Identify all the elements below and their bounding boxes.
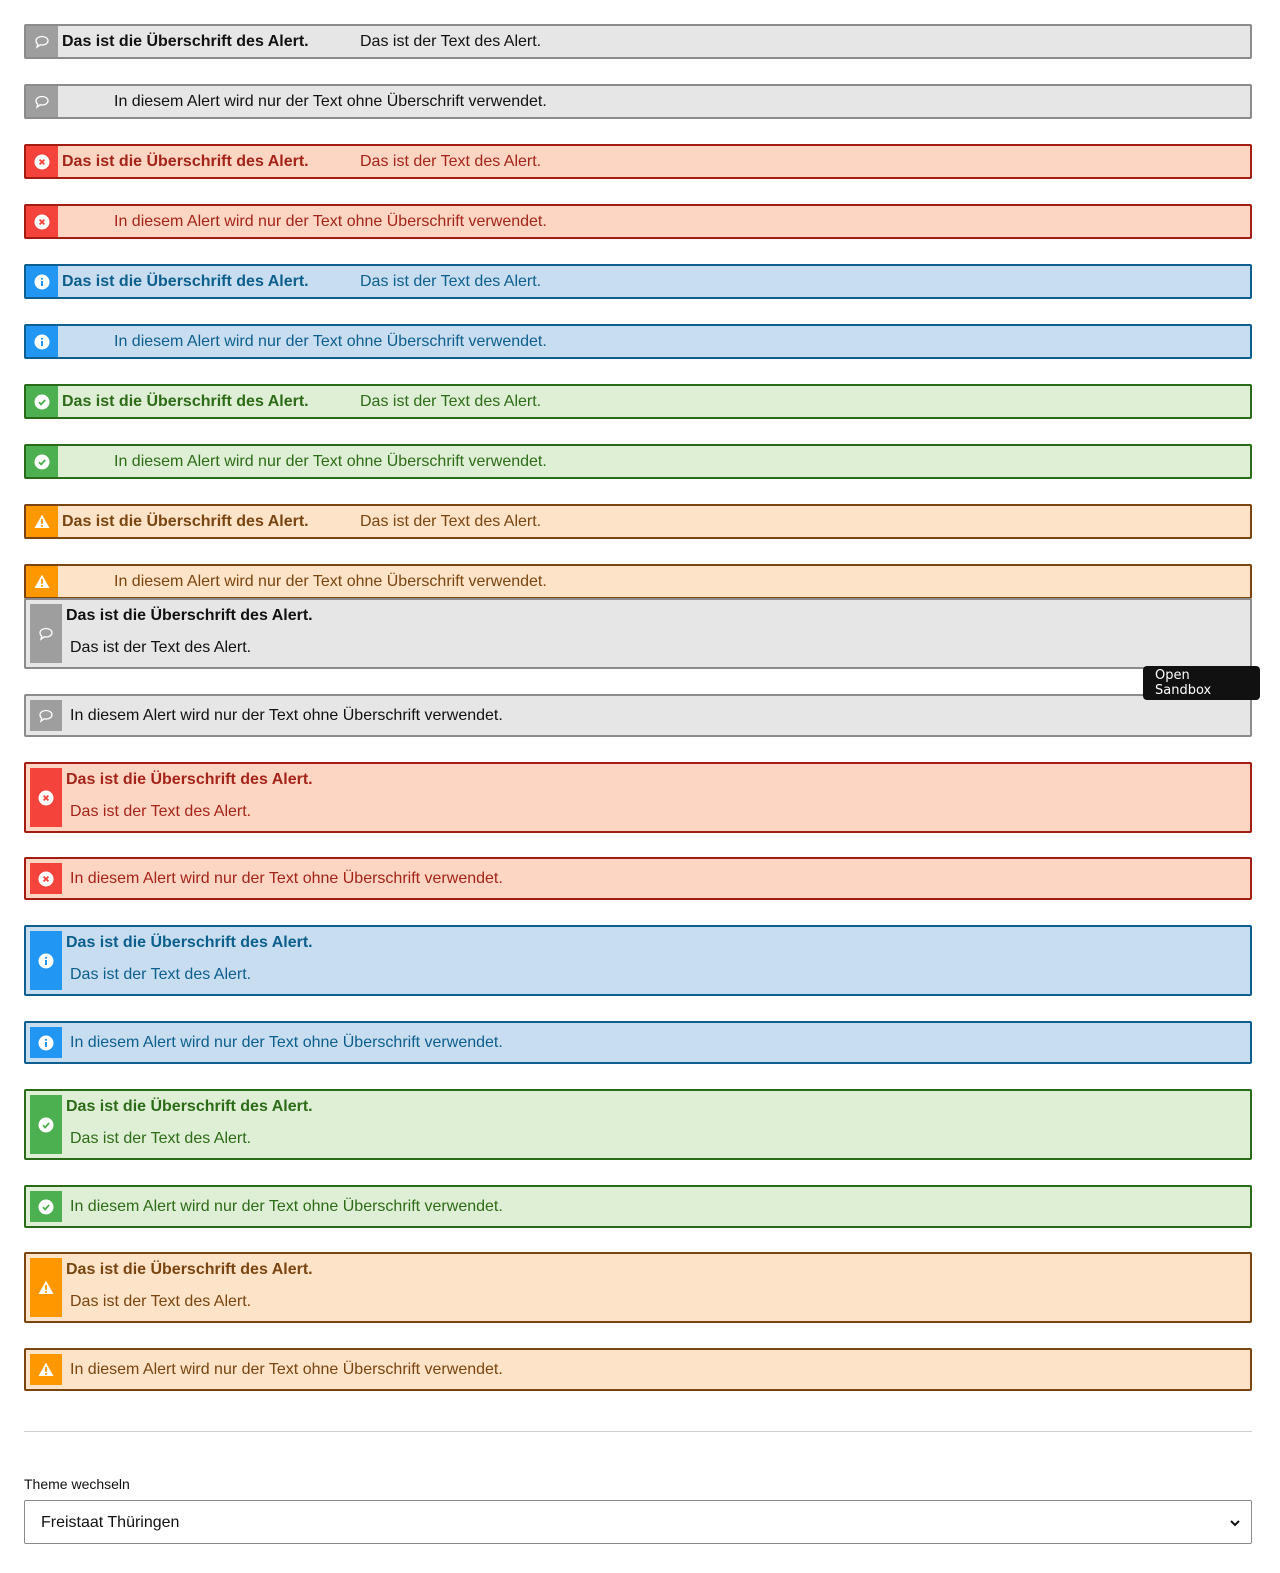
alert-inline-default: Das ist die Überschrift des Alert. Das i…: [24, 24, 1252, 59]
alert-block-warning-text-only: In diesem Alert wird nur der Text ohne Ü…: [24, 1348, 1252, 1391]
alert-text: Das ist der Text des Alert.: [70, 966, 252, 983]
alert-text: Das ist der Text des Alert.: [360, 513, 542, 530]
close-circle-icon: [30, 863, 62, 894]
alert-text: In diesem Alert wird nur der Text ohne Ü…: [70, 870, 503, 887]
alert-inline-default-text-only: In diesem Alert wird nur der Text ohne Ü…: [24, 84, 1252, 119]
alert-title: Das ist die Überschrift des Alert.: [62, 33, 309, 50]
alert-title: Das ist die Überschrift des Alert.: [62, 513, 309, 530]
comment-icon: [30, 700, 62, 731]
alert-inline-warning: Das ist die Überschrift des Alert. Das i…: [24, 504, 1252, 539]
warning-triangle-icon: [26, 566, 58, 597]
alert-block-info-text-only: In diesem Alert wird nur der Text ohne Ü…: [24, 1021, 1252, 1064]
close-circle-icon: [26, 146, 58, 177]
alert-inline-error-text-only: In diesem Alert wird nur der Text ohne Ü…: [24, 204, 1252, 239]
alert-text: Das ist der Text des Alert.: [70, 1130, 252, 1147]
info-circle-icon: [26, 326, 58, 357]
alert-title: Das ist die Überschrift des Alert.: [62, 273, 309, 290]
alert-title: Das ist die Überschrift des Alert.: [66, 771, 313, 788]
warning-triangle-icon: [30, 1258, 62, 1317]
alert-text: Das ist der Text des Alert.: [70, 1293, 252, 1310]
alert-inline-info: Das ist die Überschrift des Alert. Das i…: [24, 264, 1252, 299]
close-circle-icon: [26, 206, 58, 237]
alert-block-default: Das ist die Überschrift des Alert. Das i…: [24, 598, 1252, 669]
alert-text: In diesem Alert wird nur der Text ohne Ü…: [70, 1361, 503, 1378]
alert-text: In diesem Alert wird nur der Text ohne Ü…: [114, 93, 547, 110]
alert-title: Das ist die Überschrift des Alert.: [62, 153, 309, 170]
alert-block-success: Das ist die Überschrift des Alert. Das i…: [24, 1089, 1252, 1160]
alert-text: In diesem Alert wird nur der Text ohne Ü…: [114, 213, 547, 230]
alert-text: Das ist der Text des Alert.: [70, 803, 252, 820]
alert-text: In diesem Alert wird nur der Text ohne Ü…: [114, 333, 547, 350]
alert-inline-info-text-only: In diesem Alert wird nur der Text ohne Ü…: [24, 324, 1252, 359]
warning-triangle-icon: [26, 506, 58, 537]
alert-block-success-text-only: In diesem Alert wird nur der Text ohne Ü…: [24, 1185, 1252, 1228]
info-circle-icon: [30, 931, 62, 990]
alert-title: Das ist die Überschrift des Alert.: [66, 1261, 313, 1278]
alert-inline-success-text-only: In diesem Alert wird nur der Text ohne Ü…: [24, 444, 1252, 479]
divider: [24, 1431, 1252, 1432]
alert-block-info: Das ist die Überschrift des Alert. Das i…: [24, 925, 1252, 996]
open-sandbox-button[interactable]: Open Sandbox: [1143, 666, 1260, 700]
alert-text: Das ist der Text des Alert.: [360, 393, 542, 410]
alert-title: Das ist die Überschrift des Alert.: [66, 934, 313, 951]
chevron-down-icon: [1229, 1516, 1241, 1534]
alert-inline-success: Das ist die Überschrift des Alert. Das i…: [24, 384, 1252, 419]
info-circle-icon: [30, 1027, 62, 1058]
alert-text: Das ist der Text des Alert.: [360, 33, 542, 50]
alert-title: Das ist die Überschrift des Alert.: [66, 1098, 313, 1115]
alert-title: Das ist die Überschrift des Alert.: [62, 393, 309, 410]
theme-select-value: Freistaat Thüringen: [41, 1514, 180, 1531]
warning-triangle-icon: [30, 1354, 62, 1385]
alert-text: In diesem Alert wird nur der Text ohne Ü…: [114, 573, 547, 590]
check-circle-icon: [30, 1191, 62, 1222]
alert-text: In diesem Alert wird nur der Text ohne Ü…: [70, 1198, 503, 1215]
alert-title: Das ist die Überschrift des Alert.: [66, 607, 313, 624]
alert-text: Das ist der Text des Alert.: [360, 153, 542, 170]
alert-text: In diesem Alert wird nur der Text ohne Ü…: [70, 1034, 503, 1051]
alert-block-error: Das ist die Überschrift des Alert. Das i…: [24, 762, 1252, 833]
alert-text: In diesem Alert wird nur der Text ohne Ü…: [114, 453, 547, 470]
comment-icon: [26, 26, 58, 57]
alert-block-default-text-only: In diesem Alert wird nur der Text ohne Ü…: [24, 694, 1252, 737]
check-circle-icon: [30, 1095, 62, 1154]
alert-text: Das ist der Text des Alert.: [360, 273, 542, 290]
check-circle-icon: [26, 446, 58, 477]
alert-text: In diesem Alert wird nur der Text ohne Ü…: [70, 707, 503, 724]
close-circle-icon: [30, 768, 62, 827]
comment-icon: [26, 86, 58, 117]
alert-block-error-text-only: In diesem Alert wird nur der Text ohne Ü…: [24, 857, 1252, 900]
info-circle-icon: [26, 266, 58, 297]
theme-select[interactable]: Freistaat Thüringen: [24, 1500, 1252, 1544]
alert-block-warning: Das ist die Überschrift des Alert. Das i…: [24, 1252, 1252, 1323]
alert-inline-error: Das ist die Überschrift des Alert. Das i…: [24, 144, 1252, 179]
alert-inline-warning-text-only: In diesem Alert wird nur der Text ohne Ü…: [24, 564, 1252, 599]
comment-icon: [30, 604, 62, 663]
theme-switch-label: Theme wechseln: [24, 1476, 130, 1492]
alert-text: Das ist der Text des Alert.: [70, 639, 252, 656]
check-circle-icon: [26, 386, 58, 417]
